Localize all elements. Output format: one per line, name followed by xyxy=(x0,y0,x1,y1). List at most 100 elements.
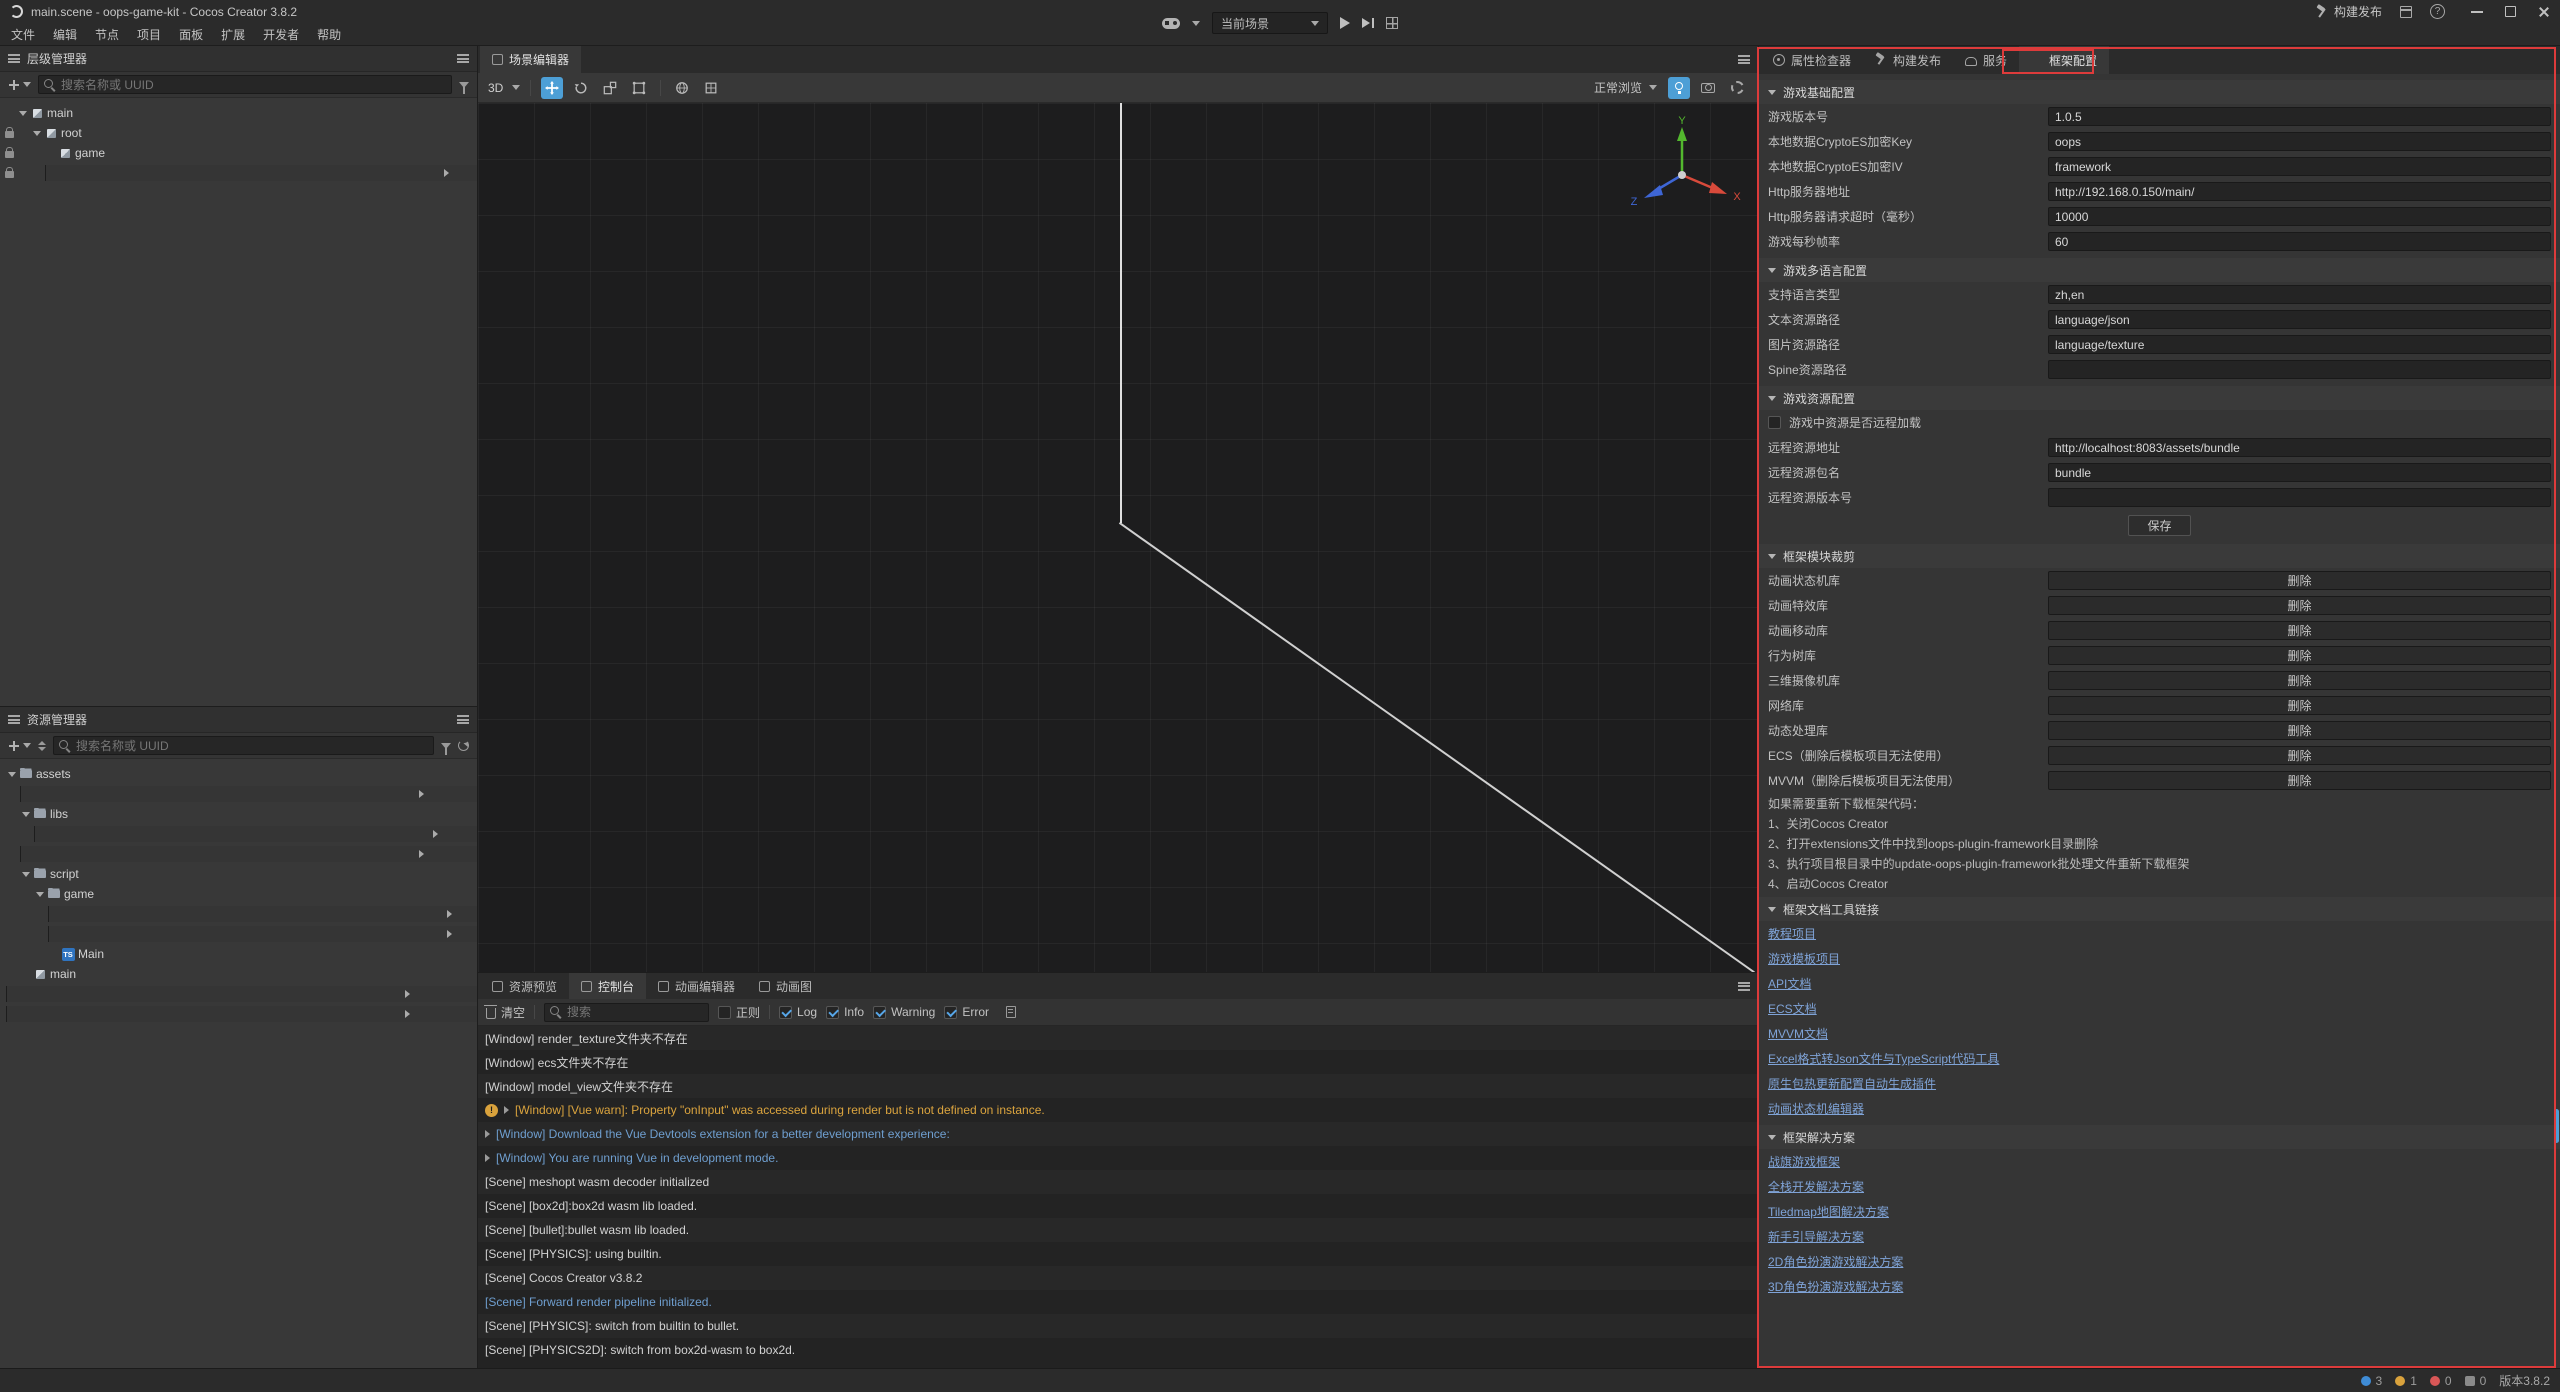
view-mode-dropdown[interactable]: 正常浏览 xyxy=(1590,79,1661,96)
play-button[interactable] xyxy=(1340,17,1350,29)
asset-node-row[interactable]: common xyxy=(0,904,477,924)
console-log-row[interactable]: [Scene] [PHYSICS]: switch from builtin t… xyxy=(478,1314,1758,1338)
doc-link[interactable]: ECS文档 xyxy=(1768,1000,1817,1017)
asset-node-row[interactable]: oops-framework xyxy=(0,1004,477,1024)
help-icon[interactable] xyxy=(2430,4,2445,19)
console-log-row[interactable]: [Window] render_texture文件夹不存在 xyxy=(478,1026,1758,1050)
text-input[interactable]: bundle xyxy=(2048,463,2551,482)
solution-link[interactable]: 战旗游戏框架 xyxy=(1768,1153,1840,1170)
console-area-tab[interactable]: 动画编辑器 xyxy=(646,973,747,999)
expand-arrow-icon[interactable] xyxy=(45,165,477,181)
rotate-tool[interactable] xyxy=(570,77,592,99)
sort-toggle-icon[interactable] xyxy=(38,741,46,751)
section-header-modules[interactable]: 框架模块裁剪 xyxy=(1759,544,2560,568)
pivot-toggle[interactable] xyxy=(671,77,693,99)
console-log-row[interactable]: [Scene] [box2d]:box2d wasm lib loaded. xyxy=(478,1194,1758,1218)
menu-item[interactable]: 面板 xyxy=(170,23,212,46)
hierarchy-node-row[interactable]: root xyxy=(0,123,477,143)
rect-transform-tool[interactable] xyxy=(628,77,650,99)
expand-arrow-icon[interactable] xyxy=(34,886,46,902)
package-icon[interactable] xyxy=(2400,6,2412,18)
scene-editor-tab[interactable]: 场景编辑器 xyxy=(480,46,581,73)
menu-item[interactable]: 开发者 xyxy=(254,23,308,46)
expand-arrow-icon[interactable] xyxy=(17,105,29,121)
hierarchy-node-row[interactable]: main xyxy=(0,103,477,123)
inspector-scrollbar[interactable] xyxy=(2553,74,2560,1368)
console-log-row[interactable]: [Scene] Forward render pipeline initiali… xyxy=(478,1290,1758,1314)
checkbox[interactable] xyxy=(1768,416,1781,429)
camera-settings-button[interactable] xyxy=(1697,77,1719,99)
preview-target-dropdown[interactable]: 当前场景 xyxy=(1212,12,1328,34)
expand-arrow-icon[interactable] xyxy=(20,806,32,822)
local-world-toggle[interactable] xyxy=(700,77,722,99)
create-node-button[interactable] xyxy=(8,79,31,91)
expand-arrow-icon[interactable] xyxy=(6,986,477,1002)
console-area-tab[interactable]: 资源预览 xyxy=(480,973,569,999)
log-filter-checkbox[interactable]: Warning xyxy=(873,1005,935,1019)
preview-platform-icon[interactable] xyxy=(1162,18,1180,29)
delete-module-button[interactable]: 删除 xyxy=(2048,696,2551,715)
chevron-down-icon[interactable] xyxy=(512,85,520,90)
console-log-row[interactable]: [Window] model_view文件夹不存在 xyxy=(478,1074,1758,1098)
filter-icon[interactable] xyxy=(441,743,451,749)
menu-item[interactable]: 文件 xyxy=(2,23,44,46)
panel-menu-icon[interactable] xyxy=(1738,982,1750,991)
expand-arrow-icon[interactable] xyxy=(34,826,477,842)
text-input[interactable]: language/texture xyxy=(2048,335,2551,354)
panel-menu-icon[interactable] xyxy=(457,54,469,63)
console-area-tab[interactable]: 动画图 xyxy=(747,973,824,999)
text-input[interactable]: oops xyxy=(2048,132,2551,151)
maximize-button[interactable] xyxy=(2505,6,2516,17)
menu-item[interactable]: 帮助 xyxy=(308,23,350,46)
filter-icon[interactable] xyxy=(459,82,469,88)
expand-arrow-icon[interactable] xyxy=(6,766,18,782)
doc-link[interactable]: 动画状态机编辑器 xyxy=(1768,1100,1864,1117)
delete-module-button[interactable]: 删除 xyxy=(2048,771,2551,790)
text-input[interactable]: 60 xyxy=(2048,232,2551,251)
text-input[interactable] xyxy=(2048,360,2551,379)
asset-node-row[interactable]: game xyxy=(0,884,477,904)
asset-node-row[interactable]: Main xyxy=(0,944,477,964)
expand-arrow-icon[interactable] xyxy=(48,906,477,922)
text-input[interactable] xyxy=(2048,488,2551,507)
panel-menu-icon[interactable] xyxy=(1738,55,1750,64)
hierarchy-node-row[interactable]: game xyxy=(0,143,477,163)
console-log-row[interactable]: [Window] ecs文件夹不存在 xyxy=(478,1050,1758,1074)
solution-link[interactable]: 全栈开发解决方案 xyxy=(1768,1178,1864,1195)
build-publish-button[interactable]: 构建发布 xyxy=(2315,3,2382,20)
status-count[interactable]: 0 xyxy=(2465,1374,2487,1388)
asset-node-row[interactable]: resources xyxy=(0,844,477,864)
delete-module-button[interactable]: 删除 xyxy=(2048,596,2551,615)
console-log-row[interactable]: [Scene] meshopt wasm decoder initialized xyxy=(478,1170,1758,1194)
menu-item[interactable]: 节点 xyxy=(86,23,128,46)
delete-module-button[interactable]: 删除 xyxy=(2048,671,2551,690)
create-asset-button[interactable] xyxy=(8,740,31,752)
asset-node-row[interactable]: seedrandom xyxy=(0,824,477,844)
console-log-row[interactable]: [Window] [Vue warn]: Property "onInput" … xyxy=(478,1098,1758,1122)
step-button[interactable] xyxy=(1362,18,1374,28)
asset-node-row[interactable]: assets xyxy=(0,764,477,784)
doc-link[interactable]: MVVM文档 xyxy=(1768,1025,1828,1042)
doc-link[interactable]: Excel格式转Json文件与TypeScript代码工具 xyxy=(1768,1050,1999,1067)
inspector-tab[interactable]: 属性检查器 xyxy=(1761,46,1863,74)
menu-item[interactable]: 编辑 xyxy=(44,23,86,46)
lighting-toggle[interactable] xyxy=(1668,77,1690,99)
console-log-row[interactable]: [Window] You are running Vue in developm… xyxy=(478,1146,1758,1170)
text-input[interactable]: 10000 xyxy=(2048,207,2551,226)
move-tool[interactable] xyxy=(541,77,563,99)
text-input[interactable]: language/json xyxy=(2048,310,2551,329)
scrollbar-thumb[interactable] xyxy=(2554,1109,2559,1143)
minimize-button[interactable] xyxy=(2471,11,2483,13)
3d-2d-toggle[interactable]: 3D xyxy=(488,81,503,95)
solution-link[interactable]: 3D角色扮演游戏解决方案 xyxy=(1768,1278,1903,1295)
inspector-tab[interactable]: 框架配置 xyxy=(2019,46,2109,74)
delete-module-button[interactable]: 删除 xyxy=(2048,746,2551,765)
solution-link[interactable]: Tiledmap地图解决方案 xyxy=(1768,1203,1889,1220)
delete-module-button[interactable]: 删除 xyxy=(2048,721,2551,740)
scale-tool[interactable] xyxy=(599,77,621,99)
doc-link[interactable]: API文档 xyxy=(1768,975,1811,992)
log-filter-checkbox[interactable]: Log xyxy=(779,1005,817,1019)
doc-link[interactable]: 原生包热更新配置自动生成插件 xyxy=(1768,1075,1936,1092)
delete-module-button[interactable]: 删除 xyxy=(2048,621,2551,640)
view-gizmo[interactable]: Y X Z xyxy=(1617,115,1747,230)
